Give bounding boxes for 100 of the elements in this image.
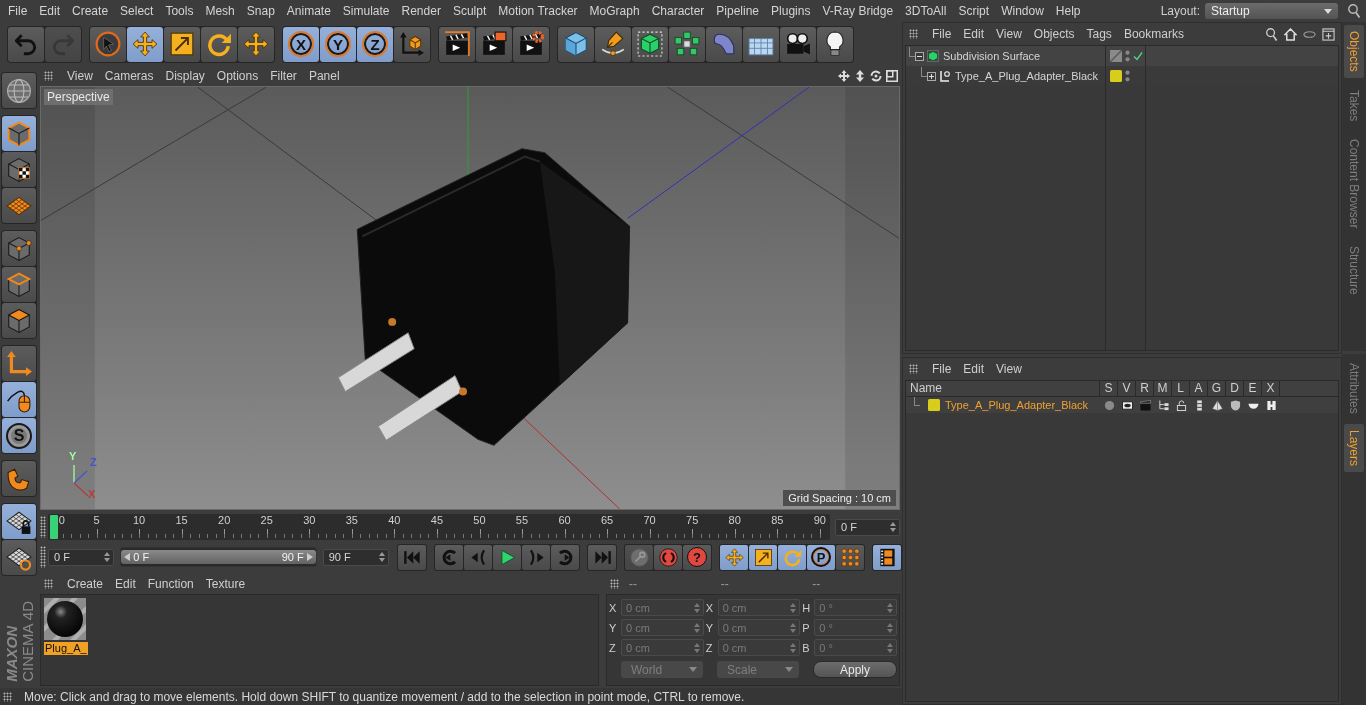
up-down-arrows-icon[interactable] xyxy=(854,70,866,82)
move-tool-button[interactable] xyxy=(127,26,163,62)
column-header[interactable]: R xyxy=(1136,381,1154,396)
go-to-end-button[interactable] xyxy=(588,544,616,570)
next-key-button[interactable] xyxy=(551,544,579,570)
end-frame-field[interactable]: 90 F xyxy=(322,548,389,566)
column-header[interactable]: L xyxy=(1172,381,1190,396)
menu-item[interactable]: Objects xyxy=(1027,27,1081,41)
menu-item[interactable]: Display xyxy=(159,69,211,83)
render-picture-button[interactable] xyxy=(476,26,512,62)
menu-item[interactable]: V-Ray Bridge xyxy=(816,2,900,20)
menu-item[interactable]: Plugins xyxy=(765,2,817,20)
timeline-button[interactable] xyxy=(873,544,901,570)
menu-item[interactable]: Character xyxy=(645,2,711,20)
spinner-icon[interactable] xyxy=(890,522,896,532)
visibility-dots-icon[interactable] xyxy=(1125,70,1130,82)
menu-item[interactable]: File xyxy=(926,362,958,376)
scale-tool-button[interactable] xyxy=(164,26,200,62)
solo-dot-icon[interactable] xyxy=(1103,399,1115,411)
playhead-marker[interactable] xyxy=(50,515,58,539)
globe-button[interactable] xyxy=(2,73,36,108)
frame-field[interactable]: 0 F xyxy=(835,518,900,536)
workplane-button[interactable] xyxy=(2,188,36,223)
texture-mode-button[interactable] xyxy=(2,152,36,187)
axis-lock-button[interactable]: X xyxy=(283,26,319,62)
recent-tool-button[interactable] xyxy=(238,26,274,62)
four-arrows-icon[interactable] xyxy=(838,70,850,82)
rotate-tool-button[interactable] xyxy=(201,26,237,62)
cloner-button[interactable] xyxy=(669,26,705,62)
spinner-icon[interactable] xyxy=(379,552,385,562)
go-to-start-button[interactable] xyxy=(398,544,426,570)
points-mode-button[interactable] xyxy=(2,231,36,266)
viewport-canvas[interactable]: Perspective Y Z X Grid Spacing : 10 cm xyxy=(40,86,900,510)
menu-item[interactable]: Render xyxy=(395,2,447,20)
light-button[interactable] xyxy=(817,26,853,62)
pen-button[interactable] xyxy=(595,26,631,62)
side-tab[interactable]: Layers xyxy=(1344,423,1364,472)
cube-button[interactable] xyxy=(558,26,594,62)
menu-item[interactable]: Options xyxy=(210,69,265,83)
menu-item[interactable]: File xyxy=(926,27,958,41)
autokey-button[interactable] xyxy=(654,544,682,570)
model-mode-button[interactable] xyxy=(2,116,36,151)
menu-item[interactable]: Bookmarks xyxy=(1117,27,1190,41)
tweak-mode-button[interactable] xyxy=(2,382,36,417)
grid-lock-button[interactable] xyxy=(2,504,36,539)
visibility-dots-icon[interactable] xyxy=(1125,50,1130,62)
left-arrow-icon[interactable] xyxy=(124,553,131,561)
menu-item[interactable]: Select xyxy=(114,2,160,20)
render-view-button[interactable] xyxy=(439,26,475,62)
select-tool-button[interactable] xyxy=(90,26,126,62)
grip-icon[interactable] xyxy=(40,546,46,568)
plus-box-icon[interactable] xyxy=(927,71,936,81)
magnet-button[interactable] xyxy=(2,461,36,496)
column-header[interactable]: M xyxy=(1154,381,1172,396)
menu-item[interactable]: Create xyxy=(66,2,115,20)
column-header[interactable]: G xyxy=(1208,381,1226,396)
menu-item[interactable]: Filter xyxy=(264,69,303,83)
camera-label[interactable]: Perspective xyxy=(44,89,113,105)
grip-icon[interactable] xyxy=(909,29,918,39)
menu-item[interactable]: Tools xyxy=(159,2,200,20)
menu-item[interactable]: File xyxy=(2,2,34,20)
timeline-ruler[interactable]: 0 5 10 15 20 25 30 35 40 45 50 55 60 65 70 75 80 85 90 xyxy=(48,514,830,540)
key-rotation-button[interactable] xyxy=(778,544,806,570)
menu-item[interactable]: Window xyxy=(995,2,1050,20)
grip-icon[interactable] xyxy=(909,364,918,374)
search-icon[interactable] xyxy=(1348,4,1360,18)
floor-button[interactable] xyxy=(743,26,779,62)
menu-item[interactable]: Edit xyxy=(957,362,991,376)
shield-icon[interactable] xyxy=(1229,399,1241,411)
axis-lock-button[interactable]: Z xyxy=(357,26,393,62)
menu-item[interactable]: Animate xyxy=(280,2,337,20)
axis-lock-button[interactable]: Y xyxy=(320,26,356,62)
play-button[interactable] xyxy=(493,544,521,570)
menu-item[interactable]: Sculpt xyxy=(446,2,493,20)
lock-icon[interactable] xyxy=(1175,399,1187,411)
menu-item[interactable]: Create xyxy=(61,577,110,591)
home-icon[interactable] xyxy=(1284,27,1297,41)
deformer-button[interactable] xyxy=(706,26,742,62)
menu-item[interactable]: Simulate xyxy=(336,2,396,20)
spinner-icon[interactable] xyxy=(104,552,111,562)
render-settings-button[interactable] xyxy=(513,26,549,62)
layout-dropdown[interactable]: Startup xyxy=(1205,3,1338,19)
material-name[interactable]: Plug_A_ xyxy=(44,642,88,655)
menu-item[interactable]: View xyxy=(61,69,99,83)
key-parameter-button[interactable]: P xyxy=(807,544,835,570)
menu-item[interactable]: Mesh xyxy=(199,2,241,20)
polygons-mode-button[interactable] xyxy=(2,303,36,338)
grip-icon[interactable] xyxy=(610,579,619,589)
menu-item[interactable]: View xyxy=(990,362,1028,376)
add-window-icon[interactable] xyxy=(1322,27,1335,41)
menu-item[interactable]: Script xyxy=(952,2,996,20)
menu-item[interactable]: 3DToAll xyxy=(899,2,953,20)
column-header[interactable]: A xyxy=(1190,381,1208,396)
menu-item[interactable]: Motion Tracker xyxy=(492,2,584,20)
layer-row[interactable]: Type_A_Plug_Adapter_Black xyxy=(906,397,1338,413)
menu-item[interactable]: View xyxy=(990,27,1028,41)
menu-item[interactable]: Snap xyxy=(240,2,281,20)
check-icon[interactable] xyxy=(1133,51,1143,61)
grip-icon[interactable] xyxy=(40,516,46,538)
minus-box-icon[interactable] xyxy=(915,51,924,61)
